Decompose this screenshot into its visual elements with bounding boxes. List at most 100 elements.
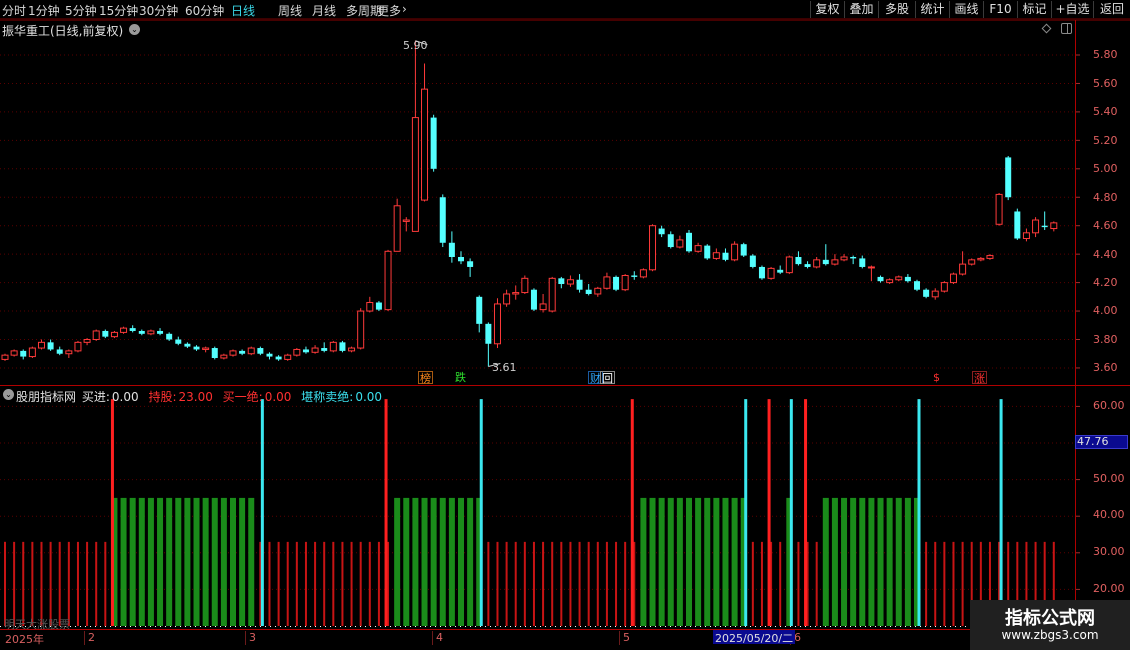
candle-body-up [74,341,82,352]
candle-body-down [877,276,884,282]
indicator-hold-bar [713,497,720,626]
event-tag-drop[interactable]: 跌 [454,371,467,384]
date-tick: 2025年 [5,633,44,646]
candle-body-down [275,356,282,360]
candle-body-up [329,341,337,352]
candle-body-down [47,342,54,350]
indicator-item-hold-value: 23.00 [178,390,213,404]
y-tick: 5.40 [1093,105,1118,118]
candle-body-up [867,266,875,269]
indicator-hold-bar [211,497,218,626]
candle-body-up [28,347,36,358]
indicator-hold-bar [704,497,711,626]
indicator-hold-bar [403,497,410,626]
event-tag-list[interactable]: 榜 [418,371,433,385]
candle-body-down [631,275,638,277]
candle-body-down [211,348,218,358]
candle-body-up [110,331,118,338]
indicator-series [0,399,1075,627]
candle-body-up [767,267,775,279]
indicator-hold-bar [722,497,729,626]
candle-body-down [704,245,711,259]
candle-body-down [1014,211,1021,239]
indicator-hold-bar [831,497,838,626]
candle-body-up [311,347,319,353]
indicator-item-sell-value: 0.00 [355,390,383,404]
panel-toggle-icon[interactable] [1061,23,1072,34]
candle-body-down [1005,157,1012,198]
candle-body-up [284,354,292,360]
chart-canvas[interactable] [0,0,1130,650]
y-tick: 4.60 [1093,219,1118,232]
indicator-hold-bar [421,497,428,626]
event-tag-dollar[interactable]: $ [932,371,941,384]
candle-body-up [37,341,45,349]
indicator-item-buy-strong-label: 买一绝: [222,390,263,404]
candle-body-down [102,330,109,337]
candle-body-down [795,256,802,265]
candle-body-down [448,242,455,257]
event-tag-buyback[interactable]: 回 [600,371,615,385]
candle-body-down [129,328,136,331]
y-tick: 5.00 [1093,162,1118,175]
y-tick: 3.80 [1093,333,1118,346]
candle-body-up [120,327,128,333]
candle-body-up [1022,232,1030,240]
candle-body-down [430,117,437,169]
y-tick: 5.80 [1093,48,1118,61]
candle-body-down [722,252,729,260]
candle-body-down [658,228,665,235]
candle-body-up [366,302,374,312]
candle-body-up [968,259,976,265]
candle-body-down [822,259,829,265]
date-axis: 2025年 2 3 4 5 6 [0,630,1075,646]
indicator-hold-bar [676,497,683,626]
indicator-hold-bar [448,497,455,626]
high-price-label: 5.90 [403,39,428,52]
indicator-y-tick: 50.00 [1093,472,1125,485]
candle-body-down [302,349,309,353]
indicator-hold-bar [220,497,227,626]
chevron-down-icon[interactable]: ⌄ [129,24,140,35]
site-logo-title: 指标公式网 [1005,608,1095,629]
candle-body-up [1032,219,1040,234]
candle-body-down [585,289,592,294]
indicator-hold-bar [394,497,401,626]
date-tick: 3 [245,631,256,645]
indicator-hold-bar [822,497,829,626]
indicator-hold-bar [859,497,866,626]
event-tag-rise[interactable]: 涨 [972,371,987,385]
indicator-y-tick: 40.00 [1093,508,1125,521]
candle-body-down [239,350,246,354]
candle-body-up [512,292,520,295]
indicator-hold-bar [193,497,200,626]
indicator-hold-bar [868,497,875,626]
indicator-hold-bar [695,497,702,626]
candle-body-up [293,348,301,356]
candle-body-up [384,250,392,311]
candle-body-up [886,279,894,284]
stock-title[interactable]: 振华重工(日线,前复权) [2,22,123,39]
candle-body-down [859,258,866,267]
candle-body-up [949,273,957,284]
candle-body-up [247,347,255,355]
indicator-y-tick: 30.00 [1093,545,1125,558]
indicator-item-sell-label: 堪称卖绝: [301,390,354,404]
candle-body-down [667,234,674,248]
indicator-hold-bar [430,497,437,626]
y-tick: 3.60 [1093,361,1118,374]
candle-body-down [138,330,145,334]
candle-body-up [566,279,574,285]
candle-body-down [576,279,583,290]
indicator-hold-bar [166,497,173,626]
candle-body-up [539,303,547,311]
candle-body-up [694,245,702,252]
candle-body-down [740,244,747,256]
indicator-hold-bar [120,497,127,626]
candle-body-down [923,289,930,297]
candle-body-up [621,274,629,291]
indicator-name[interactable]: 股朋指标网 [16,390,76,404]
indicator-hold-bar [649,497,656,626]
indicator-hold-bar [412,497,419,626]
candle-body-up [603,276,611,289]
